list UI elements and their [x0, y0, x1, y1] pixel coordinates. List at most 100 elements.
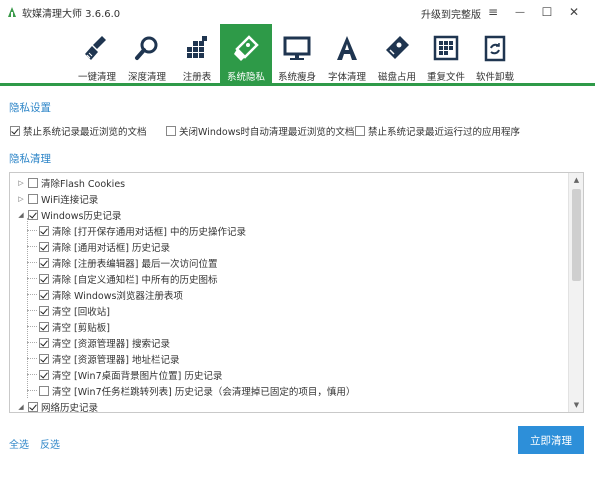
tree-guide-line [27, 218, 28, 398]
tree-scrollbar[interactable]: ▲ ▼ [568, 173, 583, 412]
tree-item-label: 网络历史记录 [41, 402, 99, 414]
tree-item-windows-history[interactable]: ◢ Windows历史记录 [17, 207, 121, 222]
tree-item-child[interactable]: 清除 Windows浏览器注册表项 [27, 287, 183, 302]
recycle-bin-icon [477, 30, 513, 66]
tree-item-child[interactable]: 清空 [Win7任务栏跳转列表] 历史记录（会清理掉已固定的项目，慎用） [27, 383, 356, 398]
checkbox[interactable] [39, 257, 49, 268]
checkbox[interactable] [355, 126, 365, 136]
tree-item-network-history[interactable]: ◢ 网络历史记录 [17, 399, 98, 414]
monitor-icon [279, 30, 315, 66]
tool-label: 磁盘占用 [377, 72, 416, 83]
clean-now-button[interactable]: 立即清理 [518, 426, 584, 454]
tree-item-child[interactable]: 清空 [回收站] [27, 303, 110, 318]
option-label: 禁止系统记录最近运行过的应用程序 [368, 127, 521, 138]
tree-item-label: 清空 [Win7任务栏跳转列表] 历史记录（会清理掉已固定的项目，慎用） [52, 386, 356, 398]
tool-label: 重复文件 [426, 72, 465, 83]
invert-selection-link[interactable]: 反选 [40, 436, 60, 451]
collapse-arrow-icon[interactable]: ◢ [17, 211, 25, 219]
tree-item-label: 清除 [通用对话框] 历史记录 [52, 242, 170, 254]
checkbox[interactable] [28, 401, 38, 412]
tool-system-slim[interactable]: 系统瘦身 [272, 24, 322, 86]
checkbox[interactable] [39, 273, 49, 284]
upgrade-link[interactable]: 升级到完整版 [421, 6, 481, 21]
checkbox[interactable] [39, 369, 49, 380]
eraser-icon [228, 30, 264, 66]
checkbox[interactable] [28, 177, 38, 188]
tool-font-clean[interactable]: 字体清理 [322, 24, 372, 86]
checkbox[interactable] [10, 126, 20, 136]
tool-one-click-clean[interactable]: 一键清理 [72, 24, 122, 86]
option-clean-on-shutdown[interactable]: 关闭Windows时自动清理最近浏览的文档 [166, 124, 354, 138]
tree-item-child[interactable]: 清除 [打开保存通用对话框] 中的历史操作记录 [27, 223, 246, 238]
tree-item-flash-cookies[interactable]: ▷ 清除Flash Cookies [17, 175, 125, 190]
option-label: 关闭Windows时自动清理最近浏览的文档 [179, 127, 355, 138]
tool-label: 一键清理 [77, 72, 116, 83]
app-logo-icon [6, 6, 18, 18]
title-bar: 软媒清理大师 3.6.6.0 [0, 0, 595, 24]
tree-item-label: 清空 [资源管理器] 搜索记录 [52, 338, 170, 350]
scroll-thumb[interactable] [572, 189, 581, 281]
tree-item-child[interactable]: 清空 [剪贴板] [27, 319, 110, 334]
font-a-icon [329, 30, 365, 66]
close-icon[interactable]: ✕ [564, 2, 584, 22]
tree-item-label: WiFi连接记录 [41, 194, 99, 206]
duplicate-files-icon [428, 30, 464, 66]
checkbox[interactable] [166, 126, 176, 136]
tree-item-label: 清除 Windows浏览器注册表项 [52, 290, 183, 302]
checkbox[interactable] [39, 353, 49, 364]
option-label: 禁止系统记录最近浏览的文档 [23, 127, 147, 138]
tree-item-label: 清除 [注册表编辑器] 最后一次访问位置 [52, 258, 218, 270]
app-title: 软媒清理大师 3.6.6.0 [22, 8, 121, 20]
tree-item-wifi[interactable]: ▷ WiFi连接记录 [17, 191, 98, 206]
tool-deep-clean[interactable]: 深度清理 [122, 24, 172, 86]
scroll-up-icon[interactable]: ▲ [569, 173, 584, 187]
checkbox[interactable] [28, 193, 38, 204]
maximize-icon[interactable]: ☐ [537, 2, 557, 22]
tool-duplicate-files[interactable]: 重复文件 [421, 24, 471, 86]
expand-arrow-icon[interactable]: ▷ [17, 179, 25, 187]
select-all-link[interactable]: 全选 [9, 436, 29, 451]
checkbox[interactable] [39, 305, 49, 316]
tree-item-label: 清除 [打开保存通用对话框] 中的历史操作记录 [52, 226, 246, 238]
tree-item-child[interactable]: 清除 [注册表编辑器] 最后一次访问位置 [27, 255, 218, 270]
option-block-recent-docs[interactable]: 禁止系统记录最近浏览的文档 [10, 124, 147, 138]
tool-label: 软件卸载 [475, 72, 514, 83]
expand-arrow-icon[interactable]: ▷ [17, 195, 25, 203]
magnifier-icon [129, 30, 165, 66]
tree-item-child[interactable]: 清空 [资源管理器] 地址栏记录 [27, 351, 180, 366]
disk-usage-icon [379, 30, 415, 66]
main-toolbar: 一键清理 深度清理 注册表 系统隐私 系统瘦身 字体清理 磁盘占用 重复文件 软… [0, 24, 595, 86]
checkbox[interactable] [39, 225, 49, 236]
tool-disk-usage[interactable]: 磁盘占用 [372, 24, 422, 86]
checkbox[interactable] [39, 321, 49, 332]
checkbox[interactable] [39, 337, 49, 348]
privacy-settings-title: 隐私设置 [9, 102, 51, 114]
checkbox[interactable] [39, 241, 49, 252]
tree-item-child[interactable]: 清除 [通用对话框] 历史记录 [27, 239, 170, 254]
tree-item-child[interactable]: 清空 [资源管理器] 搜索记录 [27, 335, 170, 350]
scroll-down-icon[interactable]: ▼ [569, 398, 584, 412]
tree-item-child[interactable]: 清空 [Win7桌面背景图片位置] 历史记录 [27, 367, 223, 382]
tree-item-label: 清空 [Win7桌面背景图片位置] 历史记录 [52, 370, 223, 382]
tree-item-label: 清空 [资源管理器] 地址栏记录 [52, 354, 180, 366]
menu-icon[interactable]: ≡ [483, 2, 503, 22]
checkbox[interactable] [28, 209, 38, 220]
option-block-recent-apps[interactable]: 禁止系统记录最近运行过的应用程序 [355, 124, 520, 138]
tree-item-child[interactable]: 清除 [自定义通知栏] 中所有的历史图标 [27, 271, 218, 286]
tree-item-label: 清除Flash Cookies [41, 178, 126, 190]
tool-registry[interactable]: 注册表 [172, 24, 222, 86]
collapse-arrow-icon[interactable]: ◢ [17, 403, 25, 411]
tree-item-label: 清除 [自定义通知栏] 中所有的历史图标 [52, 274, 218, 286]
tool-label: 系统隐私 [226, 72, 265, 83]
checkbox[interactable] [39, 289, 49, 300]
tree-item-label: Windows历史记录 [41, 210, 122, 222]
tool-system-privacy[interactable]: 系统隐私 [220, 24, 272, 86]
tool-label: 字体清理 [327, 72, 366, 83]
tool-label: 注册表 [182, 72, 212, 83]
minimize-icon[interactable]: — [510, 2, 530, 22]
tool-label: 系统瘦身 [277, 72, 316, 83]
broom-icon [79, 30, 115, 66]
privacy-clean-title: 隐私清理 [9, 153, 51, 165]
checkbox[interactable] [39, 385, 49, 396]
tool-software-uninstall[interactable]: 软件卸载 [470, 24, 520, 86]
